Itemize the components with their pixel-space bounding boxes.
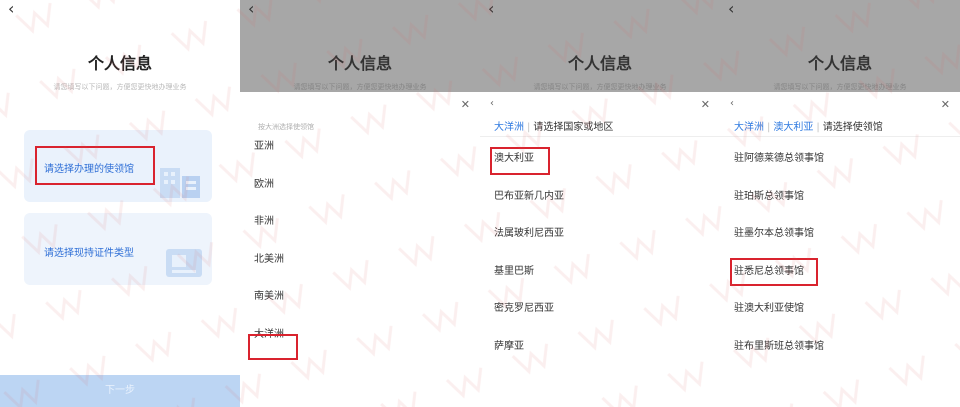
- consulate-select-screen: ‹ 个人信息 请您填写以下问题，方便您更快地办理业务 ‹ ✕ 大洋洲 | 澳大利亚 |…: [720, 0, 960, 407]
- close-icon[interactable]: ✕: [701, 98, 710, 111]
- divider: [720, 136, 960, 137]
- page-subtitle: 请您填写以下问题，方便您更快地办理业务: [293, 83, 427, 91]
- back-chevron-left-icon[interactable]: ‹: [8, 1, 14, 17]
- breadcrumb: 大洋洲 | 澳大利亚 | 请选择使领馆: [734, 118, 883, 133]
- dimmed-overlay[interactable]: ‹ 个人信息 请您填写以下问题，方便您更快地办理业务: [240, 0, 480, 92]
- personal-info-screen: ‹ 个人信息 请您填写以下问题，方便您更快地办理业务 请选择办理的使领馆 请选择…: [0, 0, 240, 407]
- sheet-back-chevron-left-icon[interactable]: ‹: [730, 98, 734, 109]
- list-item-consulate[interactable]: 驻澳大利亚使馆: [720, 290, 960, 328]
- dimmed-overlay[interactable]: ‹ 个人信息 请您填写以下问题，方便您更快地办理业务: [480, 0, 720, 92]
- list-item-oceania[interactable]: 大洋洲: [240, 316, 480, 354]
- breadcrumb-separator: |: [816, 122, 820, 133]
- dimmed-overlay[interactable]: ‹ 个人信息 请您填写以下问题，方便您更快地办理业务: [720, 0, 960, 92]
- select-document-label: 请选择现持证件类型: [44, 248, 134, 259]
- divider: [480, 136, 720, 137]
- id-card-illustration-icon: [166, 249, 202, 277]
- list-item-south-america[interactable]: 南美洲: [240, 278, 480, 316]
- continent-list: 亚洲 欧洲 非洲 北美洲 南美洲 大洋洲: [240, 128, 480, 353]
- select-embassy-label: 请选择办理的使领馆: [44, 164, 134, 175]
- country-select-screen: ‹ 个人信息 请您填写以下问题，方便您更快地办理业务 ‹ ✕ 大洋洲 | 请选择国家…: [480, 0, 720, 407]
- page-subtitle: 请您填写以下问题，方便您更快地办理业务: [773, 83, 907, 91]
- list-item-country[interactable]: 基里巴斯: [480, 253, 720, 291]
- back-chevron-left-icon[interactable]: ‹: [248, 1, 254, 17]
- list-item-consulate[interactable]: 驻悉尼总领事馆: [720, 253, 960, 291]
- select-embassy-card[interactable]: 请选择办理的使领馆: [24, 130, 212, 202]
- list-item-consulate[interactable]: 驻墨尔本总领事馆: [720, 215, 960, 253]
- page-title: 个人信息: [87, 54, 152, 73]
- list-item-consulate[interactable]: 驻布里斯班总领事馆: [720, 328, 960, 366]
- back-chevron-left-icon[interactable]: ‹: [488, 1, 494, 17]
- breadcrumb-continent[interactable]: 大洋洲: [734, 122, 764, 133]
- breadcrumb-separator: |: [767, 122, 771, 133]
- country-list: 澳大利亚 巴布亚新几内亚 法属玻利尼西亚 基里巴斯 密克罗尼西亚 萨摩亚: [480, 140, 720, 365]
- list-item-north-america[interactable]: 北美洲: [240, 241, 480, 279]
- select-document-card[interactable]: 请选择现持证件类型: [24, 213, 212, 285]
- breadcrumb: 大洋洲 | 请选择国家或地区: [494, 118, 613, 133]
- continent-select-screen: ‹ 个人信息 请您填写以下问题，方便您更快地办理业务 ✕ 按大洲选择使领馆 亚洲…: [240, 0, 480, 407]
- breadcrumb-prompt: 请选择国家或地区: [533, 122, 614, 133]
- continent-sheet: ✕ 按大洲选择使领馆 亚洲 欧洲 非洲 北美洲 南美洲 大洋洲: [240, 92, 480, 407]
- list-item-country[interactable]: 澳大利亚: [480, 140, 720, 178]
- breadcrumb-prompt: 请选择使领馆: [822, 122, 883, 133]
- consulate-sheet: ‹ ✕ 大洋洲 | 澳大利亚 | 请选择使领馆 驻阿德莱德总领事馆 驻珀斯总领事馆 驻墨…: [720, 92, 960, 407]
- page-title: 个人信息: [567, 54, 632, 73]
- list-item-country[interactable]: 密克罗尼西亚: [480, 290, 720, 328]
- building-illustration-icon: [160, 168, 200, 198]
- breadcrumb-country[interactable]: 澳大利亚: [773, 122, 813, 133]
- page-subtitle: 请您填写以下问题，方便您更快地办理业务: [533, 83, 667, 91]
- back-chevron-left-icon[interactable]: ‹: [728, 1, 734, 17]
- breadcrumb-continent[interactable]: 大洋洲: [494, 122, 524, 133]
- list-item-europe[interactable]: 欧洲: [240, 166, 480, 204]
- list-item-consulate[interactable]: 驻阿德莱德总领事馆: [720, 140, 960, 178]
- consulate-list: 驻阿德莱德总领事馆 驻珀斯总领事馆 驻墨尔本总领事馆 驻悉尼总领事馆 驻澳大利亚…: [720, 140, 960, 365]
- next-button[interactable]: 下一步: [0, 375, 240, 407]
- list-item-africa[interactable]: 非洲: [240, 203, 480, 241]
- close-icon[interactable]: ✕: [941, 98, 950, 111]
- list-item-country[interactable]: 法属玻利尼西亚: [480, 215, 720, 253]
- page-title: 个人信息: [327, 54, 392, 73]
- list-item-country[interactable]: 巴布亚新几内亚: [480, 178, 720, 216]
- breadcrumb-separator: |: [527, 122, 531, 133]
- list-item-asia[interactable]: 亚洲: [240, 128, 480, 166]
- sheet-back-chevron-left-icon[interactable]: ‹: [490, 98, 494, 109]
- list-item-consulate[interactable]: 驻珀斯总领事馆: [720, 178, 960, 216]
- list-item-country[interactable]: 萨摩亚: [480, 328, 720, 366]
- page-title: 个人信息: [807, 54, 872, 73]
- close-icon[interactable]: ✕: [461, 98, 470, 111]
- page-subtitle: 请您填写以下问题，方便您更快地办理业务: [53, 83, 187, 91]
- country-sheet: ‹ ✕ 大洋洲 | 请选择国家或地区 澳大利亚 巴布亚新几内亚 法属玻利尼西亚 基里…: [480, 92, 720, 407]
